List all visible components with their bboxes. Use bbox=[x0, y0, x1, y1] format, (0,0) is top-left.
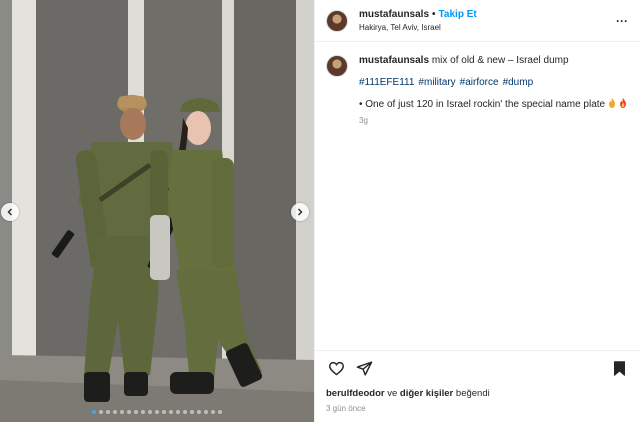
caption-first-line: mustafaunsals mix of old & new – Israel … bbox=[359, 54, 627, 67]
caption-row: mustafaunsals mix of old & new – Israel … bbox=[326, 54, 629, 126]
caption-bullet: • One of just 120 in Israel rockin' the … bbox=[359, 98, 627, 111]
post-side-panel: mustafaunsals • Takip Et Hakirya, Tel Aviv… bbox=[314, 0, 640, 422]
caption-text: mix of old & new – Israel dump bbox=[431, 55, 569, 66]
other-likers-link[interactable]: diğer kişiler bbox=[400, 388, 453, 399]
paper-plane-icon bbox=[356, 361, 372, 376]
like-button[interactable] bbox=[326, 359, 346, 379]
carousel-dot bbox=[148, 410, 152, 414]
carousel-dot bbox=[197, 410, 201, 414]
caption-bullet-text: • One of just 120 in Israel rockin' the … bbox=[359, 99, 606, 110]
caption-area: mustafaunsals mix of old & new – Israel … bbox=[315, 42, 640, 350]
likes-summary: berulfdeodor ve diğer kişiler beğendi bbox=[315, 386, 640, 399]
save-button[interactable] bbox=[609, 359, 629, 379]
carousel-dot bbox=[190, 410, 194, 414]
ellipsis-icon: ··· bbox=[616, 13, 628, 28]
separator-dot: • bbox=[432, 9, 436, 21]
caption-avatar[interactable] bbox=[326, 55, 348, 77]
post-media[interactable] bbox=[0, 0, 314, 422]
heart-icon bbox=[328, 361, 344, 376]
carousel-dot bbox=[183, 410, 187, 414]
hashtag[interactable]: #military bbox=[418, 77, 455, 88]
post-header: mustafaunsals • Takip Et Hakirya, Tel Aviv… bbox=[315, 0, 640, 42]
carousel-dot bbox=[141, 410, 145, 414]
post-photo bbox=[0, 0, 314, 422]
follow-button[interactable]: Takip Et bbox=[439, 9, 477, 20]
hashtag[interactable]: #dump bbox=[503, 77, 534, 88]
carousel-dot bbox=[169, 410, 173, 414]
carousel-dot bbox=[106, 410, 110, 414]
fire-emoji-icon bbox=[619, 98, 626, 108]
carousel-dot bbox=[155, 410, 159, 414]
carousel-dot bbox=[120, 410, 124, 414]
caption-body: mustafaunsals mix of old & new – Israel … bbox=[359, 54, 627, 126]
post-location[interactable]: Hakirya, Tel Aviv, Israel bbox=[359, 23, 612, 32]
carousel-dot bbox=[162, 410, 166, 414]
bookmark-icon bbox=[613, 361, 625, 376]
more-options-button[interactable]: ··· bbox=[612, 13, 632, 29]
author-info: mustafaunsals • Takip Et Hakirya, Tel Aviv… bbox=[359, 9, 612, 32]
carousel-dot bbox=[134, 410, 138, 414]
caption-time: 3g bbox=[359, 116, 368, 125]
hashtag[interactable]: #111EFE111 bbox=[359, 77, 414, 88]
chevron-left-icon bbox=[7, 208, 12, 216]
share-button[interactable] bbox=[354, 359, 374, 379]
chevron-right-icon bbox=[298, 208, 303, 216]
carousel-indicator bbox=[0, 410, 314, 414]
action-bar bbox=[315, 350, 640, 386]
carousel-dot bbox=[99, 410, 103, 414]
carousel-prev-button[interactable] bbox=[1, 203, 19, 221]
instagram-post: mustafaunsals • Takip Et Hakirya, Tel Aviv… bbox=[0, 0, 640, 422]
liker-username[interactable]: berulfdeodor bbox=[326, 388, 385, 399]
carousel-dot bbox=[204, 410, 208, 414]
carousel-dot bbox=[92, 410, 96, 414]
carousel-dot bbox=[176, 410, 180, 414]
likes-connector: ve bbox=[387, 388, 398, 399]
author-username[interactable]: mustafaunsals bbox=[359, 9, 429, 20]
carousel-dot bbox=[211, 410, 215, 414]
hashtag[interactable]: #airforce bbox=[460, 77, 499, 88]
post-timestamp[interactable]: 3 gün önce bbox=[315, 399, 640, 422]
hashtag-list: #111EFE111 #military #airforce #dump bbox=[359, 76, 627, 89]
likes-suffix: beğendi bbox=[455, 388, 490, 399]
fire-emoji-icon bbox=[608, 98, 615, 108]
carousel-dot bbox=[127, 410, 131, 414]
carousel-dot bbox=[218, 410, 222, 414]
author-avatar[interactable] bbox=[326, 9, 348, 32]
carousel-next-button[interactable] bbox=[291, 203, 309, 221]
carousel-dot bbox=[113, 410, 117, 414]
author-line: mustafaunsals • Takip Et bbox=[359, 9, 612, 21]
caption-username[interactable]: mustafaunsals bbox=[359, 55, 429, 66]
